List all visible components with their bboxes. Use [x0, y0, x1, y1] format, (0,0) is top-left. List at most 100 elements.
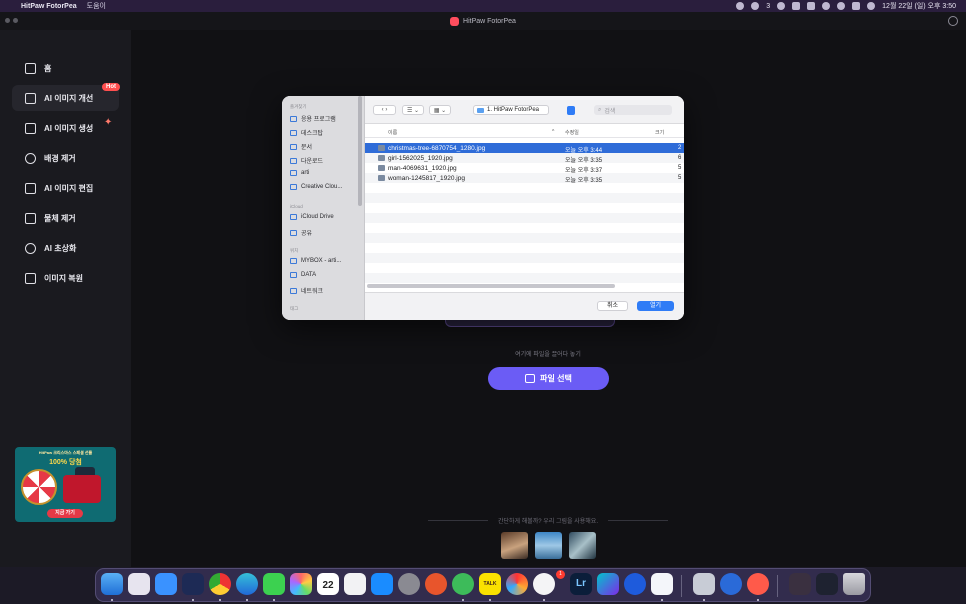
group-view-button[interactable]: ▦ ⌄	[429, 105, 451, 115]
sidebar-item-image-edit[interactable]: AI 이미지 편집	[12, 175, 119, 201]
downloads-stack-icon[interactable]	[816, 573, 838, 595]
search-field[interactable]: ⌕ 검색	[594, 105, 672, 115]
column-date[interactable]: 수정일	[565, 129, 579, 136]
trash-icon[interactable]	[843, 573, 865, 595]
sidebar-item-downloads[interactable]: 다운로드	[290, 156, 323, 165]
dialog-footer: 취소 열기	[365, 292, 684, 320]
sidebar-item-network[interactable]: 네트워크	[290, 286, 323, 295]
battery-icon[interactable]	[807, 2, 816, 10]
sync-icon[interactable]	[777, 2, 786, 10]
sidebar-item-shared[interactable]: 공유	[290, 228, 312, 237]
reminders-icon[interactable]	[344, 573, 366, 595]
app-store-icon[interactable]	[371, 573, 393, 595]
vpn-icon[interactable]	[792, 2, 801, 10]
sidebar-item-desktop[interactable]: 데스크탑	[290, 128, 323, 137]
photos-icon[interactable]	[290, 573, 312, 595]
gift-box-image	[63, 475, 101, 503]
wifi-icon[interactable]	[822, 2, 831, 10]
christmas-promo-banner[interactable]: HitPaw 크리스마스 스페셜 선물 100% 당첨 지금 가기	[15, 447, 116, 522]
calendar-icon[interactable]: 22	[317, 573, 339, 595]
column-size[interactable]: 크기	[655, 129, 664, 136]
menubar-clock[interactable]: 12월 22일 (일) 오후 3:50	[882, 1, 956, 11]
sidebar-item-home[interactable]: arti	[290, 170, 309, 176]
sidebar-item-data[interactable]: DATA	[290, 272, 316, 278]
eraser-icon	[25, 212, 36, 224]
location-popup-button[interactable]	[567, 106, 575, 115]
sidebar-item-icloud-drive[interactable]: iCloud Drive	[290, 214, 334, 220]
promo-button[interactable]: 지금 가기	[47, 509, 83, 518]
sidebar-item-label: 데스크탑	[301, 131, 324, 137]
word-icon[interactable]	[651, 573, 673, 595]
column-header: 이름 ^ 수정일 크기	[365, 126, 684, 138]
edge-icon[interactable]	[236, 573, 258, 595]
file-row[interactable]: man-4069631_1920.jpg 오늘 오후 3:37 5	[365, 163, 684, 174]
sidebar-item-restore[interactable]: 이미지 복원	[12, 265, 119, 291]
finder-icon[interactable]	[101, 573, 123, 595]
sample-image-woman[interactable]	[501, 532, 528, 559]
chrome-icon[interactable]	[209, 573, 231, 595]
kakaotalk-icon[interactable]: TALK	[479, 573, 501, 595]
user-account-icon[interactable]	[948, 16, 958, 26]
sparkle-icon: ✦	[104, 117, 113, 128]
empty-row	[365, 273, 684, 283]
sidebar-item-mybox[interactable]: MYBOX - arti...	[290, 258, 341, 264]
safari-icon[interactable]	[155, 573, 177, 595]
close-window-button[interactable]	[5, 18, 10, 23]
empty-row	[365, 213, 684, 223]
location-popup[interactable]: 1. HitPaw FotorPea	[473, 105, 549, 115]
color-picker-icon[interactable]	[506, 573, 528, 595]
screenshot-icon[interactable]	[693, 573, 715, 595]
cancel-button[interactable]: 취소	[597, 301, 628, 311]
promo-title: HitPaw 크리스마스 스페셜 선물	[38, 450, 93, 455]
system-settings-icon[interactable]	[398, 573, 420, 595]
siri-icon[interactable]	[867, 2, 876, 10]
minimize-window-button[interactable]	[13, 18, 18, 23]
search-icon[interactable]	[837, 2, 846, 10]
dialog-file-browser: ‹ › ☰ ⌄ ▦ ⌄ 1. HitPaw FotorPea ⌕ 검색 이름 ^…	[365, 96, 684, 320]
file-row[interactable]: woman-1245817_1920.jpg 오늘 오후 3:35 5	[365, 173, 684, 184]
chat-icon[interactable]	[751, 2, 760, 10]
sidebar-item-image-generate[interactable]: AI 이미지 생성	[12, 115, 119, 141]
sidebar-scrollbar[interactable]	[358, 96, 362, 206]
bird-app-icon[interactable]	[182, 573, 204, 595]
lightroom-icon[interactable]: Lr	[570, 573, 592, 595]
sidebar-item-home[interactable]: 홈	[12, 55, 119, 81]
open-button[interactable]: 열기	[637, 301, 674, 311]
sample-image-palm[interactable]	[569, 532, 596, 559]
tasks-icon[interactable]	[533, 573, 555, 595]
status-count[interactable]: 3	[766, 3, 770, 10]
remote-app-icon[interactable]	[425, 573, 447, 595]
empty-row	[365, 253, 684, 263]
swift-icon[interactable]	[624, 573, 646, 595]
column-name[interactable]: 이름	[388, 129, 397, 136]
sidebar-item-portrait[interactable]: AI 초상화	[12, 235, 119, 261]
control-center-icon[interactable]	[852, 2, 861, 10]
sidebar-item-label: 문서	[301, 145, 313, 151]
sidebar-item-documents[interactable]: 문서	[290, 142, 312, 151]
sidebar-item-object-remove[interactable]: 물체 제거	[12, 205, 119, 231]
sample-image-city[interactable]	[535, 532, 562, 559]
messenger-icon[interactable]	[736, 2, 745, 10]
sidebar-item-label: MYBOX - arti...	[301, 258, 342, 264]
preview-icon[interactable]	[720, 573, 742, 595]
list-view-button[interactable]: ☰ ⌄	[402, 105, 424, 115]
sidebar-item-creative-cloud[interactable]: Creative Clou...	[290, 184, 342, 190]
launchpad-icon[interactable]	[128, 573, 150, 595]
hitpaw-fotorpea-icon[interactable]	[747, 573, 769, 595]
menubar-help[interactable]: 도움이	[87, 1, 106, 11]
back-forward-buttons[interactable]: ‹ ›	[373, 105, 396, 115]
evernote-icon[interactable]	[452, 573, 474, 595]
file-row[interactable]: christmas-tree-6870754_1280.jpg 오늘 오후 3:…	[365, 143, 684, 154]
horizontal-scrollbar[interactable]	[367, 284, 615, 288]
image-file-icon	[378, 155, 385, 161]
canva-icon[interactable]	[597, 573, 619, 595]
sidebar-item-applications[interactable]: 응용 프로그램	[290, 114, 336, 123]
dock-separator	[777, 575, 778, 597]
file-row[interactable]: girl-1562025_1920.jpg 오늘 오후 3:35 6	[365, 153, 684, 164]
messages-icon[interactable]	[263, 573, 285, 595]
sidebar-item-background-remove[interactable]: 배경 제거	[12, 145, 119, 171]
file-select-button[interactable]: 파일 선택	[488, 367, 609, 390]
empty-row	[365, 203, 684, 213]
recent-app-icon[interactable]	[789, 573, 811, 595]
menubar-app-name[interactable]: HitPaw FotorPea	[21, 3, 77, 10]
